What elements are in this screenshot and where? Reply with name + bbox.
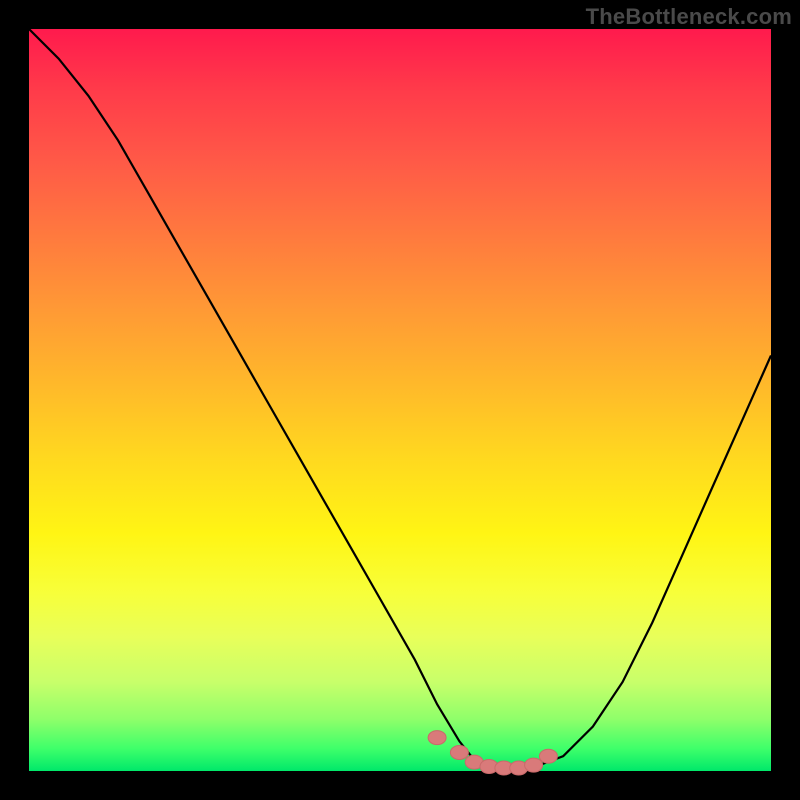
curve-svg [29,29,771,771]
trough-marker [525,758,543,772]
plot-area [29,29,771,771]
bottleneck-curve [29,29,771,770]
trough-marker [450,746,468,760]
chart-frame: TheBottleneck.com [0,0,800,800]
trough-marker [428,731,446,745]
trough-markers [428,731,557,775]
watermark-text: TheBottleneck.com [586,4,792,30]
trough-marker [539,749,557,763]
